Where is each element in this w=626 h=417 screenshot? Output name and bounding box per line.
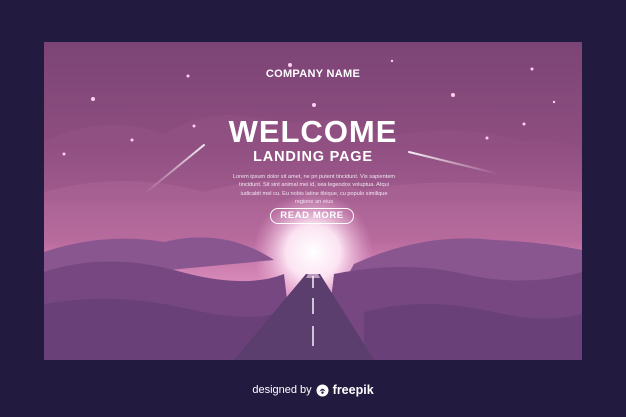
hero-description-line: Lorem ipsum dolor sit amet, ne pri puten… [232,174,396,180]
hero-description-line: tincidunt. Sit sint animal mei id, sea l… [239,182,389,189]
hero-description-line: regione an eius [294,199,334,206]
brand-name: freepik [332,383,374,397]
hero-description-line: iudicabit mel cu. Eu nobis latine tibiqu… [240,190,388,197]
hero-description: Lorem ipsum dolor sit amet, ne pri puten… [216,173,412,207]
designed-by-label: designed by [252,384,312,396]
read-more-button[interactable]: READ MORE [270,208,354,224]
hero-banner: COMPANY NAME WELCOME LANDING PAGE Lorem … [44,42,582,360]
page-subtitle: LANDING PAGE [253,149,373,165]
freepik-logo-icon [316,384,329,396]
attribution: designed by freepik [0,383,626,397]
page-title: WELCOME [228,114,398,149]
company-name: COMPANY NAME [265,68,361,80]
